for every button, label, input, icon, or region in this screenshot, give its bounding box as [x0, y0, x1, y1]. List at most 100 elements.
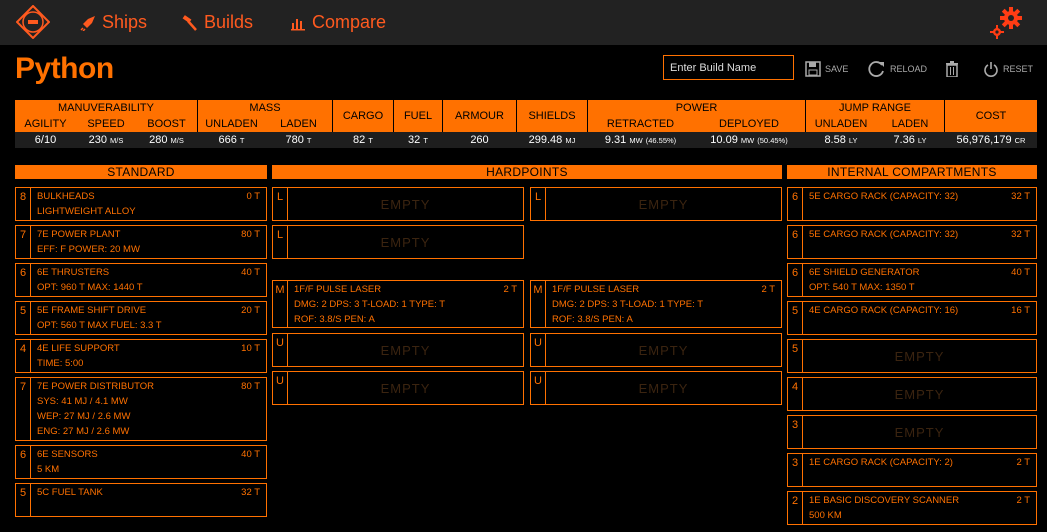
sub-retracted: RETRACTED — [606, 118, 675, 130]
internal-slot[interactable]: 2 1E BASIC DISCOVERY SCANNER 2 T 500 KM — [787, 491, 1037, 525]
empty-slot-label: EMPTY — [380, 380, 431, 396]
empty-slot-label: EMPTY — [894, 424, 945, 440]
reset-button[interactable]: RESET — [983, 58, 1033, 80]
hardpoint-slot[interactable]: L EMPTY — [272, 225, 524, 259]
internal-slot[interactable]: 5 4E CARGO RACK (CAPACITY: 16) 16 T — [787, 301, 1037, 335]
module-mass: 40 T — [241, 449, 260, 460]
internal-slot[interactable]: 5 EMPTY — [787, 339, 1037, 373]
slot-class: M — [531, 281, 546, 327]
floppy-disk-icon — [805, 61, 821, 77]
hardpoint-slot[interactable]: L EMPTY — [530, 187, 782, 221]
standard-slot[interactable]: 5 5E FRAME SHIFT DRIVE 20 T OPT: 560 T MAX … — [15, 301, 267, 335]
module-stat: TIME: 5:00 — [37, 358, 84, 369]
module-name: 5E CARGO RACK (CAPACITY: 32) — [809, 191, 959, 202]
module-name: 4E LIFE SUPPORT — [37, 343, 120, 354]
value-power-deployed: 10.09 MW (50.45%) — [710, 134, 788, 146]
module-stat: ROF: 3.8/S PEN: A — [552, 314, 633, 325]
module-mass: 80 T — [241, 381, 260, 392]
empty-slot-label: EMPTY — [894, 348, 945, 364]
reload-button[interactable]: RELOAD — [868, 58, 927, 80]
standard-slot[interactable]: 7 7E POWER DISTRIBUTOR 80 T SYS: 41 MJ / 4.… — [15, 377, 267, 441]
sub-boost: BOOST — [147, 118, 186, 130]
nav-compare[interactable]: Compare — [290, 0, 386, 45]
internal-slot[interactable]: 3 1E CARGO RACK (CAPACITY: 2) 2 T — [787, 453, 1037, 487]
value-armour: 260 — [470, 134, 489, 146]
hardpoint-slot[interactable]: U EMPTY — [272, 333, 524, 367]
module-mass: 40 T — [241, 267, 260, 278]
group-mass: MASS — [249, 102, 281, 114]
slot-class: L — [273, 226, 288, 258]
standard-slot[interactable]: 7 7E POWER PLANT 80 T EFF: F POWER: 20 MW — [15, 225, 267, 259]
module-mass: 10 T — [241, 343, 260, 354]
module-stat: EFF: F POWER: 20 MW — [37, 244, 140, 255]
trash-icon — [946, 61, 958, 77]
app-logo-icon[interactable] — [16, 5, 50, 39]
build-name-input[interactable] — [663, 55, 794, 80]
value-boost: 280 M/S — [149, 134, 184, 146]
ship-summary-table: MANUVERABILITY AGILITY SPEED BOOST MASS … — [15, 100, 1037, 148]
hardpoint-slot[interactable]: M 1F/F PULSE LASER 2 T DMG: 2 DPS: 3 T-LOAD… — [530, 280, 782, 328]
standard-slot[interactable]: 4 4E LIFE SUPPORT 10 T TIME: 5:00 — [15, 339, 267, 373]
settings-gears-icon[interactable] — [989, 6, 1025, 40]
internal-slot[interactable]: 4 EMPTY — [787, 377, 1037, 411]
slot-class: 7 — [16, 378, 31, 440]
group-manuverability: MANUVERABILITY — [58, 102, 154, 114]
value-fuel: 32 T — [408, 134, 428, 146]
standard-slot[interactable]: 6 6E THRUSTERS 40 T OPT: 960 T MAX: 1440 T — [15, 263, 267, 297]
module-stat: OPT: 960 T MAX: 1440 T — [37, 282, 143, 293]
value-speed: 230 M/S — [88, 134, 124, 146]
save-label: SAVE — [825, 64, 849, 74]
hardpoint-slot[interactable]: M 1F/F PULSE LASER 2 T DMG: 2 DPS: 3 T-LOAD… — [272, 280, 524, 328]
nav-ships[interactable]: Ships — [80, 0, 147, 45]
slot-class: 4 — [788, 378, 803, 410]
module-mass: 16 T — [1011, 305, 1030, 316]
sub-deployed: DEPLOYED — [719, 118, 779, 130]
slot-class: 6 — [788, 188, 803, 220]
ship-title: Python — [15, 52, 114, 85]
delete-button[interactable] — [945, 58, 959, 80]
value-jump-laden: 7.36 LY — [893, 134, 927, 146]
hardpoint-slot[interactable]: L EMPTY — [272, 187, 524, 221]
module-mass: 32 T — [241, 487, 260, 498]
module-stat: 5 KM — [37, 464, 60, 475]
sub-agility: AGILITY — [24, 118, 67, 130]
module-mass: 32 T — [1011, 191, 1030, 202]
value-jump-unladen: 8.58 LY — [824, 134, 858, 146]
module-name: 6E SENSORS — [37, 449, 98, 460]
value-power-retracted: 9.31 MW (46.55%) — [604, 134, 677, 146]
slot-class: 6 — [16, 264, 31, 296]
module-name: 5C FUEL TANK — [37, 487, 103, 498]
sub-mass-unladen: UNLADEN — [205, 118, 258, 130]
section-standard-header: STANDARD — [15, 165, 267, 179]
value-agility: 6/10 — [34, 134, 57, 146]
hardpoint-slot[interactable]: U EMPTY — [272, 371, 524, 405]
sub-mass-laden: LADEN — [280, 118, 317, 130]
nav-builds[interactable]: Builds — [182, 0, 253, 45]
empty-slot-label: EMPTY — [380, 196, 431, 212]
standard-slot[interactable]: 8 BULKHEADS 0 T LIGHTWEIGHT ALLOY — [15, 187, 267, 221]
slot-class: 5 — [16, 302, 31, 334]
hardpoint-slot[interactable]: U EMPTY — [530, 333, 782, 367]
internal-slot[interactable]: 6 6E SHIELD GENERATOR 40 T OPT: 540 T MAX: … — [787, 263, 1037, 297]
internal-slot[interactable]: 3 EMPTY — [787, 415, 1037, 449]
reload-icon — [868, 61, 884, 77]
section-internal-header: INTERNAL COMPARTMENTS — [787, 165, 1037, 179]
save-button[interactable]: SAVE — [805, 58, 848, 80]
group-armour: ARMOUR — [455, 110, 504, 122]
module-name: 4E CARGO RACK (CAPACITY: 16) — [809, 305, 959, 316]
internal-slot[interactable]: 6 5E CARGO RACK (CAPACITY: 32) 32 T — [787, 225, 1037, 259]
slot-class: 6 — [788, 226, 803, 258]
standard-slot[interactable]: 5 5C FUEL TANK 32 T — [15, 483, 267, 517]
module-name: 1F/F PULSE LASER — [294, 284, 382, 295]
group-cost: COST — [975, 110, 1007, 122]
module-mass: 40 T — [1011, 267, 1030, 278]
summary-header: MANUVERABILITY AGILITY SPEED BOOST MASS … — [15, 100, 1037, 132]
slot-class: 2 — [788, 492, 803, 524]
hardpoint-slot[interactable]: U EMPTY — [530, 371, 782, 405]
standard-slot[interactable]: 6 6E SENSORS 40 T 5 KM — [15, 445, 267, 479]
slot-class: 6 — [16, 446, 31, 478]
value-shields: 299.48 MJ — [528, 134, 576, 146]
internal-slot[interactable]: 6 5E CARGO RACK (CAPACITY: 32) 32 T — [787, 187, 1037, 221]
module-stat: 500 KM — [809, 510, 842, 521]
module-mass: 2 T — [761, 284, 775, 295]
